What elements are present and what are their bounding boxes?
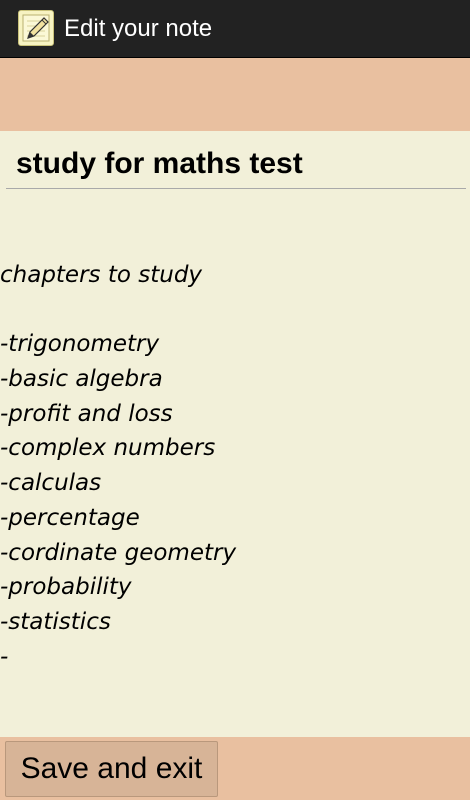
screen-title: Edit your note <box>64 15 213 42</box>
body-line: -calculas <box>0 470 102 497</box>
body-line: -basic algebra <box>0 366 163 393</box>
body-line: - <box>0 643 9 670</box>
note-title-input[interactable]: study for maths test <box>6 147 466 189</box>
body-line: -complex numbers <box>0 435 216 462</box>
body-line: -profit and loss <box>0 400 173 427</box>
top-accent-band <box>0 58 470 131</box>
body-line: -cordinate geometry <box>0 539 237 566</box>
note-body-input[interactable]: chapters to study -trigonometry -basic a… <box>0 258 466 674</box>
note-title-text: study for maths test <box>16 147 303 180</box>
body-line <box>0 293 466 328</box>
note-pencil-icon[interactable] <box>18 10 54 46</box>
action-bar: Edit your note <box>0 0 470 58</box>
edit-note-screen: Edit your note study for maths test chap… <box>0 0 470 800</box>
body-line: -probability <box>0 574 132 601</box>
body-line: -statistics <box>0 608 111 635</box>
body-line: chapters to study <box>0 262 203 288</box>
save-and-exit-button[interactable]: Save and exit <box>5 741 218 797</box>
body-line: -percentage <box>0 504 140 531</box>
body-line: -trigonometry <box>0 331 160 358</box>
